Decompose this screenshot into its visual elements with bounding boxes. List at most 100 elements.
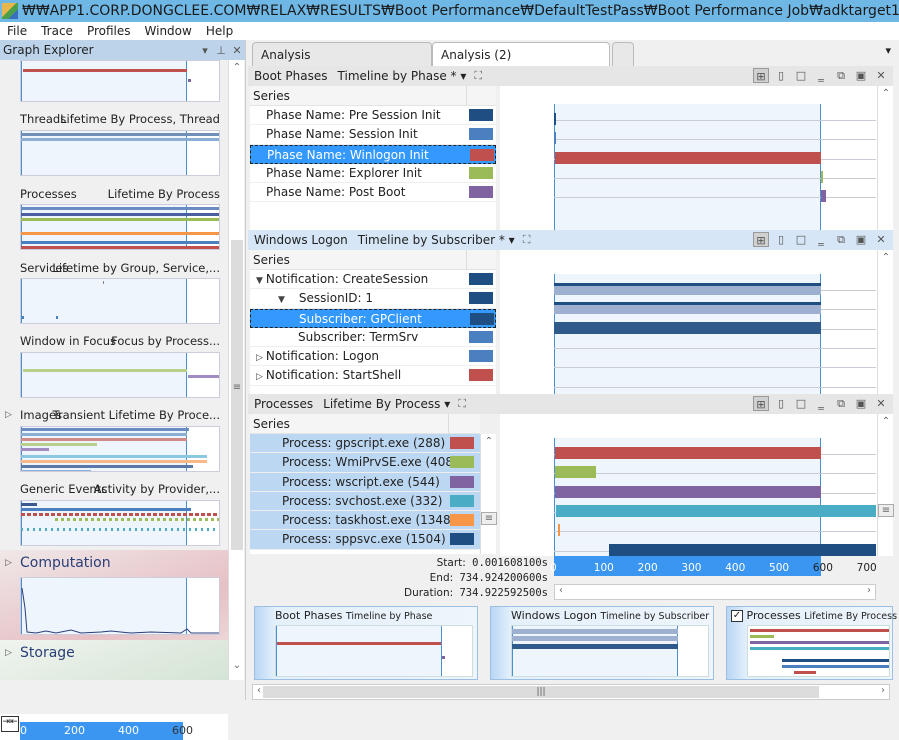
section-computation-label[interactable]: Computation [20,555,111,571]
series-row[interactable]: Process: svchost.exe (332) [250,491,480,512]
series-row[interactable]: ▼ SessionID: 1 [250,289,496,309]
thumbnail-window-in-focus[interactable] [20,352,220,398]
series-row[interactable]: Process: gpscript.exe (288) [250,434,480,454]
restore-icon[interactable]: ⧉ [833,396,849,411]
minimize-icon[interactable]: ‗ [813,396,829,411]
overview-card-processes[interactable]: ✓ Processes Lifetime By Process [726,606,897,680]
expand-images-icon[interactable]: ▷ [5,410,12,420]
series-color-swatch[interactable] [469,128,493,141]
menu-help[interactable]: Help [199,24,240,38]
series-color-swatch[interactable] [450,514,474,527]
layout-graph-icon[interactable]: □ [793,68,809,83]
minimize-icon[interactable]: ‗ [813,68,829,83]
series-row[interactable]: Phase Name: Post Boot [250,183,496,203]
scrollbar-thumb[interactable]: ||| [263,686,819,698]
processes-chart[interactable] [500,414,878,556]
series-color-swatch[interactable] [450,475,474,488]
series-color-swatch[interactable] [450,494,474,507]
expand-computation-icon[interactable]: ▷ [5,558,12,568]
maximize-icon[interactable]: ▣ [853,68,869,83]
collapse-icon[interactable]: ▼ [278,295,285,305]
preset-dropdown[interactable]: Timeline by Phase * ▾ [338,69,467,83]
scroll-up-icon[interactable]: ⌃ [878,88,894,99]
boot-phases-chart[interactable] [500,86,878,232]
thumbnail-generic-events[interactable] [20,500,220,546]
layout-graph-table-icon[interactable]: ⊞ [753,68,769,83]
fit-icon[interactable]: ⛶ [474,69,482,83]
scroll-grip-icon[interactable]: ≡ [878,504,894,517]
ge-item-processes[interactable]: Processes [20,187,77,201]
ge-item-window-in-focus[interactable]: Window in Focus [20,334,116,348]
close-panel-icon[interactable]: ✕ [873,396,889,411]
series-color-swatch[interactable] [469,369,493,382]
section-storage-label[interactable]: Storage [20,645,75,661]
scroll-up-icon[interactable]: ⌃ [878,252,894,263]
series-color-swatch[interactable] [469,292,493,305]
close-panel-icon[interactable]: ✕ [873,68,889,83]
processes-series-scrollbar[interactable]: ⌃ ≡ [480,434,497,554]
collapse-icon[interactable]: ▼ [256,276,263,286]
series-row[interactable]: Process: taskhost.exe (1348) [250,511,480,531]
series-row[interactable]: Phase Name: Explorer Init [250,164,496,184]
series-row[interactable]: Subscriber: TermSrv [250,328,496,348]
overview-scrollbar[interactable]: ‹ ||| › [252,684,890,700]
series-row[interactable]: Phase Name: Winlogon Init [250,144,496,164]
preset-dropdown[interactable]: Lifetime By Process ▾ [323,397,450,411]
selection-range[interactable] [554,104,822,232]
menu-file[interactable]: File [0,24,34,38]
close-panel-icon[interactable]: ✕ [873,232,889,247]
overview-checkbox[interactable]: ✓ [731,610,743,622]
gantt-bar[interactable] [554,302,822,315]
windows-logon-chart[interactable] [500,250,878,394]
thumbnail-boot-phases[interactable] [20,60,220,102]
gantt-bar[interactable] [558,524,561,537]
expand-icon[interactable]: ▷ [256,353,263,363]
pin-icon[interactable]: ⊥ [213,44,229,57]
series-color-swatch[interactable] [450,437,474,449]
layout-graph-table-icon[interactable]: ⊞ [753,396,769,411]
layout-graph-icon[interactable]: □ [793,232,809,247]
scroll-up-icon[interactable]: ⌃ [481,436,497,447]
close-icon[interactable]: ✕ [229,44,245,57]
thumbnail-computation[interactable] [20,577,220,635]
series-color-swatch[interactable] [469,330,493,343]
ge-time-axis[interactable]: ⇥⇤ 0 200 400 600 [0,714,228,740]
minimize-icon[interactable]: ‗ [813,232,829,247]
gantt-bar[interactable] [555,485,822,498]
series-row[interactable]: Process: sppsvc.exe (1504) [250,530,480,550]
expand-storage-icon[interactable]: ▷ [5,648,12,658]
thumbnail-services[interactable] [20,278,220,324]
series-color-swatch[interactable] [450,533,474,546]
fit-icon[interactable]: ⛶ [458,397,466,411]
layout-table-icon[interactable]: ▯ [773,396,789,411]
restore-icon[interactable]: ⧉ [833,232,849,247]
series-color-swatch[interactable] [470,148,494,161]
layout-graph-table-icon[interactable]: ⊞ [753,232,769,247]
fit-icon[interactable]: ⛶ [523,233,531,247]
series-color-swatch[interactable] [450,456,474,469]
layout-table-icon[interactable]: ▯ [773,232,789,247]
series-row[interactable]: Subscriber: GPClient [250,308,496,328]
tab-menu-icon[interactable]: ▾ [885,44,891,57]
scroll-down-icon[interactable]: ⌄ [229,660,245,671]
menu-profiles[interactable]: Profiles [80,24,138,38]
graph-explorer-scrollbar[interactable]: ⌃ ≡ ⌄ [228,60,244,680]
gantt-bar[interactable] [608,543,876,556]
series-row[interactable]: ▷ Notification: Logon [250,347,496,367]
series-color-swatch[interactable] [470,312,494,325]
boot-phases-scrollbar[interactable]: ⌃ [877,86,893,232]
expand-icon[interactable]: ▷ [256,372,263,382]
gantt-bar[interactable] [556,504,876,517]
scroll-left-icon[interactable]: ‹ [257,685,261,696]
series-color-swatch[interactable] [469,273,493,285]
gantt-bar[interactable] [555,447,822,459]
overview-card-windows-logon[interactable]: Windows Logon Timeline by Subscriber [490,606,714,680]
tab-analysis[interactable]: Analysis [252,42,432,66]
time-axis[interactable]: 0 100 200 300 400 500 600 700 [550,556,877,576]
gantt-bar[interactable] [554,132,556,145]
tab-analysis-2[interactable]: Analysis (2) [432,42,610,66]
fit-range-icon[interactable]: ⇥⇤ [1,716,19,732]
gantt-bar[interactable] [554,321,822,334]
menu-trace[interactable]: Trace [34,24,80,38]
series-color-swatch[interactable] [469,166,493,179]
